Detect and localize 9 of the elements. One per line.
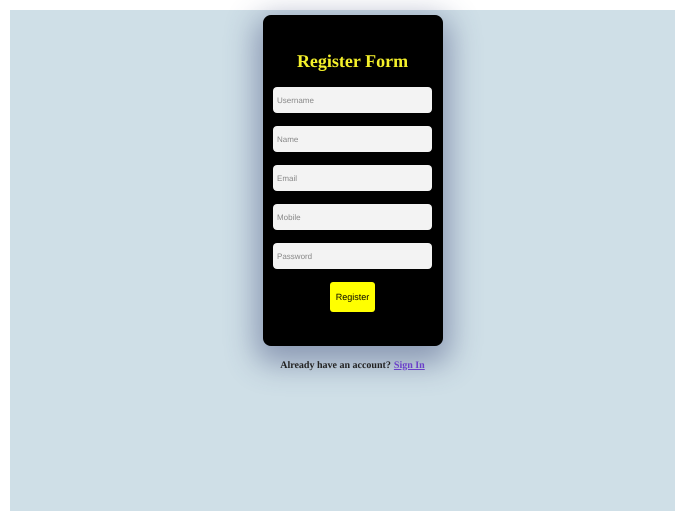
input-field[interactable]: Username bbox=[273, 87, 432, 113]
input-field[interactable]: Password bbox=[273, 243, 432, 269]
sign-in-link[interactable]: Sign In bbox=[394, 360, 425, 371]
form-title: Register Form bbox=[296, 50, 408, 73]
input-field[interactable]: Mobile bbox=[273, 204, 432, 230]
input-field[interactable]: Email bbox=[273, 165, 432, 191]
input-field[interactable]: Name bbox=[273, 126, 432, 152]
account-prompt: Already have an account? bbox=[280, 360, 391, 371]
register-button[interactable]: Register bbox=[330, 282, 375, 312]
